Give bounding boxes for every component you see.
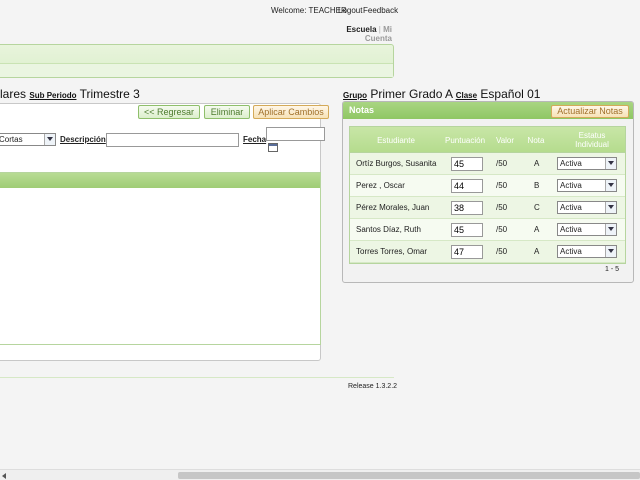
type-select[interactable]: Cortas — [0, 133, 56, 146]
feedback-link[interactable]: Feedback — [363, 6, 398, 15]
status-select[interactable]: Activa — [557, 157, 617, 170]
delete-button[interactable]: Eliminar — [204, 105, 250, 119]
class-heading: Grupo Primer Grado A Clase Español 01 — [343, 87, 540, 101]
table-row: Ortíz Burgos, Susanita /50 A Activa — [350, 153, 625, 175]
student-name: Torres Torres, Omar — [356, 247, 427, 256]
max-value: /50 — [496, 181, 508, 190]
grade-letter: B — [534, 181, 540, 190]
calendar-icon[interactable] — [268, 143, 278, 152]
grade-letter: A — [534, 159, 540, 168]
status-value: Activa — [560, 181, 582, 190]
table-row: Santos Díaz, Ruth /50 A Activa — [350, 219, 625, 241]
score-input[interactable] — [451, 201, 483, 215]
footer-divider — [0, 377, 394, 378]
student-name: Ortíz Burgos, Susanita — [356, 159, 437, 168]
status-select[interactable]: Activa — [557, 245, 617, 258]
grade-letter: A — [534, 247, 540, 256]
subperiod-label[interactable]: Sub Periodo — [29, 91, 76, 100]
max-value: /50 — [496, 225, 508, 234]
grades-table-header: Estudiante Puntuación Valor Nota Estatus… — [350, 127, 625, 153]
table-row: Torres Torres, Omar /50 A Activa — [350, 241, 625, 263]
assignment-list-header — [0, 173, 320, 188]
max-value: /50 — [496, 247, 508, 256]
student-name: Santos Díaz, Ruth — [356, 225, 421, 234]
class-label[interactable]: Clase — [456, 91, 477, 100]
welcome-text: Welcome: TEACHER — [271, 6, 347, 15]
status-select[interactable]: Activa — [557, 223, 617, 236]
status-value: Activa — [560, 225, 582, 234]
scrollbar-thumb[interactable] — [178, 472, 640, 479]
nav-separator: | — [378, 25, 381, 34]
heading-prefix: lares — [0, 87, 27, 101]
assignment-list — [0, 172, 321, 345]
grade-letter: A — [534, 225, 540, 234]
col-student[interactable]: Estudiante — [350, 127, 442, 153]
logout-link[interactable]: Logout — [338, 6, 362, 15]
top-bar: Welcome: TEACHER Logout Feedback — [0, 6, 640, 20]
horizontal-scrollbar[interactable] — [0, 469, 640, 480]
status-value: Activa — [560, 203, 582, 212]
grades-panel: Notas Actualizar Notas Estudiante Puntua… — [342, 101, 634, 283]
chevron-down-icon — [605, 202, 616, 213]
grades-table: Estudiante Puntuación Valor Nota Estatus… — [349, 126, 626, 264]
col-value[interactable]: Valor — [490, 127, 520, 153]
description-label: Descripción — [60, 135, 106, 144]
col-score[interactable]: Puntuación — [442, 127, 488, 153]
chevron-down-icon — [605, 224, 616, 235]
menu-bar — [0, 44, 394, 78]
class-value: Español 01 — [480, 87, 541, 101]
chevron-down-icon — [605, 158, 616, 169]
description-input[interactable] — [106, 133, 239, 147]
score-input[interactable] — [451, 245, 483, 259]
grades-table-body: Ortíz Burgos, Susanita /50 A Activa Pere… — [350, 153, 625, 263]
status-value: Activa — [560, 159, 582, 168]
status-select[interactable]: Activa — [557, 179, 617, 192]
assignment-heading: lares Sub Periodo Trimestre 3 — [0, 87, 330, 101]
col-status[interactable]: Estatus Individual — [562, 127, 622, 153]
type-select-value: Cortas — [0, 135, 23, 144]
score-input[interactable] — [451, 179, 483, 193]
date-input[interactable] — [266, 127, 325, 141]
chevron-down-icon — [44, 134, 55, 145]
update-grades-button[interactable]: Actualizar Notas — [551, 105, 629, 118]
group-label[interactable]: Grupo — [343, 91, 367, 100]
max-value: /50 — [496, 203, 508, 212]
apply-changes-button[interactable]: Aplicar Cambios — [253, 105, 329, 119]
scroll-left-icon[interactable] — [2, 473, 6, 479]
subperiod-value: Trimestre 3 — [79, 87, 140, 101]
status-value: Activa — [560, 247, 582, 256]
student-name: Pérez Morales, Juan — [356, 203, 430, 212]
score-input[interactable] — [451, 223, 483, 237]
submenu-bar — [0, 63, 393, 77]
release-text: Release 1.3.2.2 — [348, 383, 398, 390]
chevron-down-icon — [605, 246, 616, 257]
score-input[interactable] — [451, 157, 483, 171]
max-value: /50 — [496, 159, 508, 168]
pager-text: 1 - 5 — [605, 266, 620, 273]
back-button[interactable]: << Regresar — [138, 105, 200, 119]
grade-letter: C — [534, 203, 540, 212]
status-select[interactable]: Activa — [557, 201, 617, 214]
nav-school-link[interactable]: Escuela — [346, 25, 376, 34]
table-row: Pérez Morales, Juan /50 C Activa — [350, 197, 625, 219]
main-nav: Escuela | Mi Cuenta — [320, 25, 392, 43]
date-label: Fecha — [243, 135, 267, 144]
table-row: Perez , Oscar /50 B Activa — [350, 175, 625, 197]
student-name: Perez , Oscar — [356, 181, 405, 190]
col-grade[interactable]: Nota — [522, 127, 550, 153]
chevron-down-icon — [605, 180, 616, 191]
group-value: Primer Grado A — [370, 87, 453, 101]
